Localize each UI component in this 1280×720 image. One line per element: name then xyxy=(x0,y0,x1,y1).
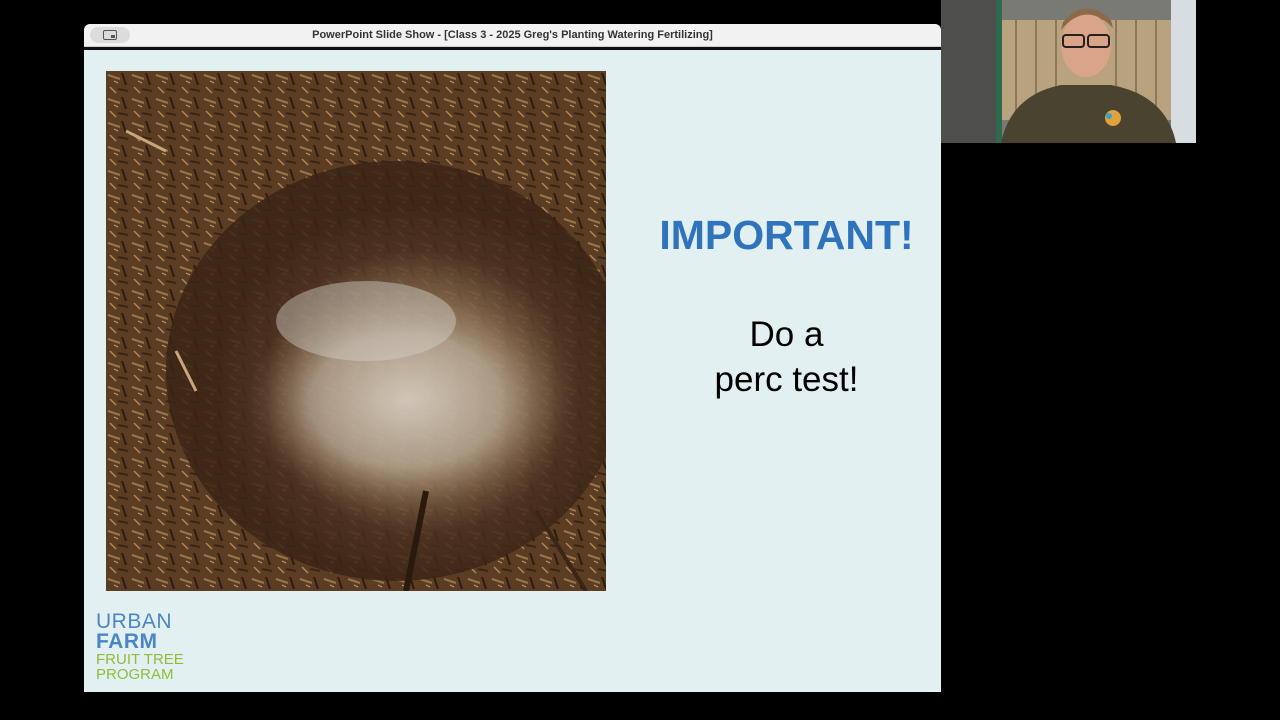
logo-line-farm: FARM xyxy=(96,630,158,653)
slide-body-line: Do a xyxy=(749,315,824,354)
slideshow-window: PowerPoint Slide Show - [Class 3 - 2025 … xyxy=(84,24,941,692)
perc-test-photo xyxy=(106,71,606,591)
window-titlebar[interactable]: PowerPoint Slide Show - [Class 3 - 2025 … xyxy=(84,24,941,47)
slide-top-border xyxy=(84,47,941,50)
slide-body-line: perc test! xyxy=(714,360,859,399)
logo-line-program: PROGRAM xyxy=(96,666,174,683)
logo-line-urban: URBAN xyxy=(96,610,173,633)
urban-farm-logo: URBAN FARM FRUIT TREE PROGRAM xyxy=(96,610,186,683)
window-title: PowerPoint Slide Show - [Class 3 - 2025 … xyxy=(312,29,713,41)
slide-headline: IMPORTANT! xyxy=(659,212,914,258)
presenter-webcam xyxy=(941,0,1196,143)
screen: PowerPoint Slide Show - [Class 3 - 2025 … xyxy=(0,0,1280,720)
logo-line-fruit-tree: FRUIT TREE xyxy=(96,651,184,668)
slide-body: Do a perc test! xyxy=(649,312,924,402)
